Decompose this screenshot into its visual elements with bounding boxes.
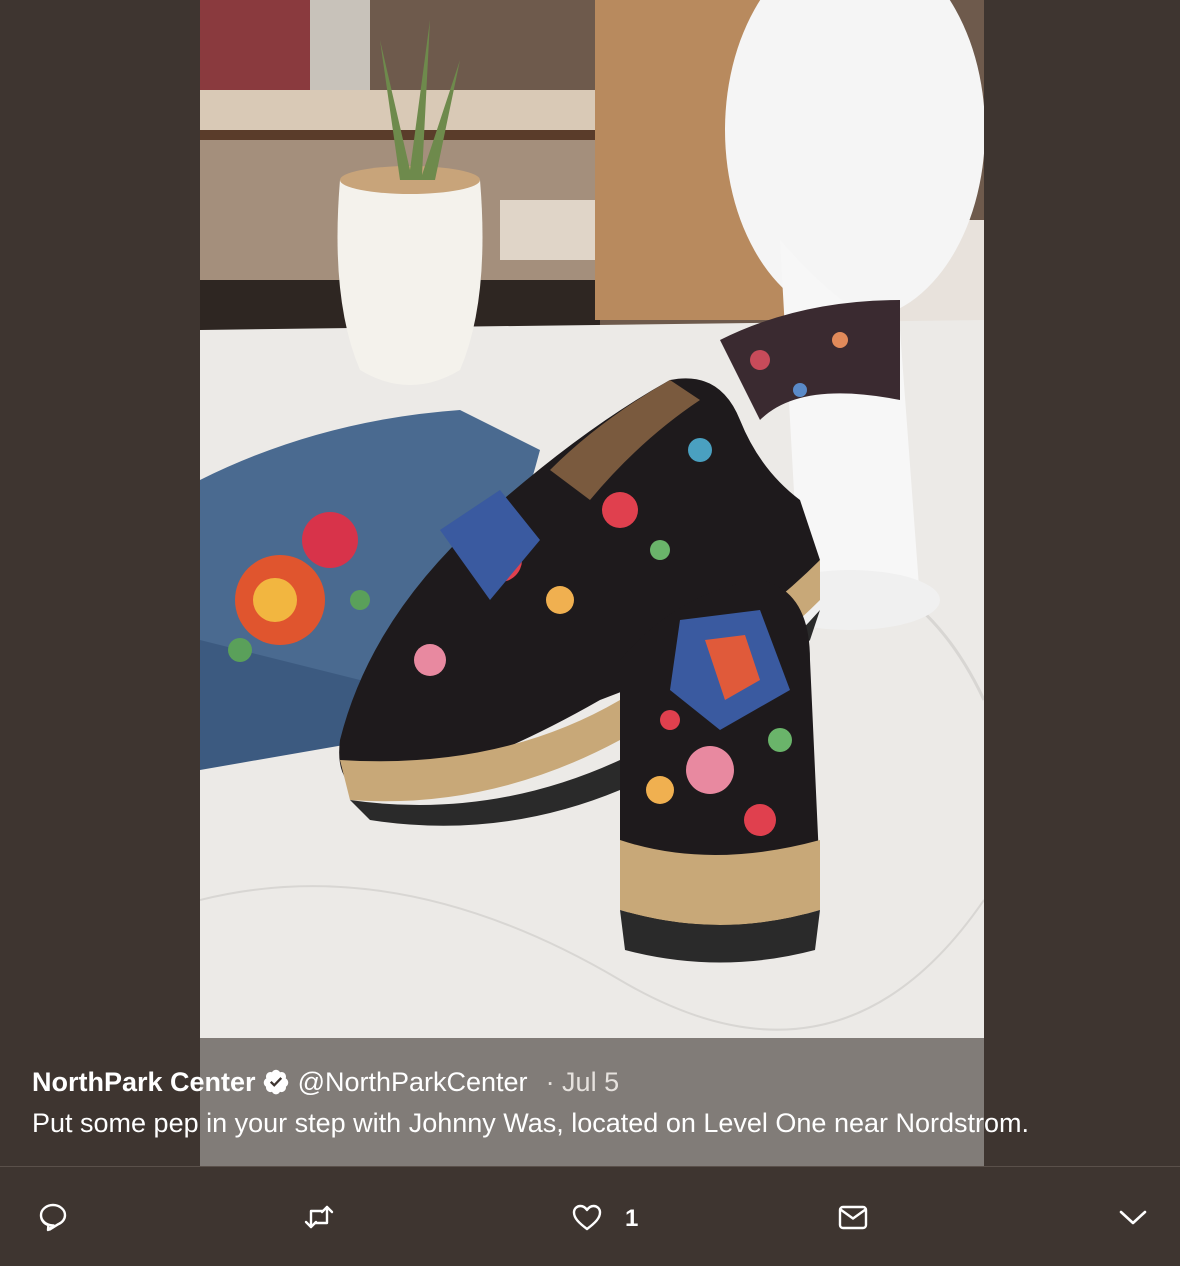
retweet-button[interactable] (303, 1203, 335, 1235)
reply-button[interactable] (37, 1203, 69, 1235)
like-button[interactable]: 1 (571, 1203, 638, 1235)
photo-scene (200, 0, 984, 1166)
more-options-button[interactable] (1117, 1203, 1149, 1235)
author-name[interactable]: NorthPark Center (32, 1067, 256, 1098)
chevron-down-icon (1117, 1201, 1149, 1238)
like-count: 1 (625, 1205, 639, 1232)
tweet-photo[interactable] (200, 0, 984, 1166)
retweet-icon (303, 1201, 335, 1238)
verified-badge-icon (262, 1068, 290, 1096)
tweet-header: NorthPark Center @NorthParkCenter · Jul … (32, 1064, 1140, 1100)
tweet-media-viewer: NorthPark Center @NorthParkCenter · Jul … (0, 0, 1180, 1266)
direct-message-button[interactable] (837, 1203, 869, 1235)
tweet-actions: 1 (0, 1167, 1180, 1266)
mail-icon (837, 1201, 869, 1238)
tweet-text: Put some pep in your step with Johnny Wa… (32, 1108, 1030, 1138)
author-handle[interactable]: @NorthParkCenter (298, 1067, 528, 1098)
caption-overlay (200, 1038, 984, 1166)
tweet-date[interactable]: · Jul 5 (546, 1067, 620, 1098)
reply-icon (37, 1201, 69, 1238)
heart-icon (571, 1201, 603, 1238)
